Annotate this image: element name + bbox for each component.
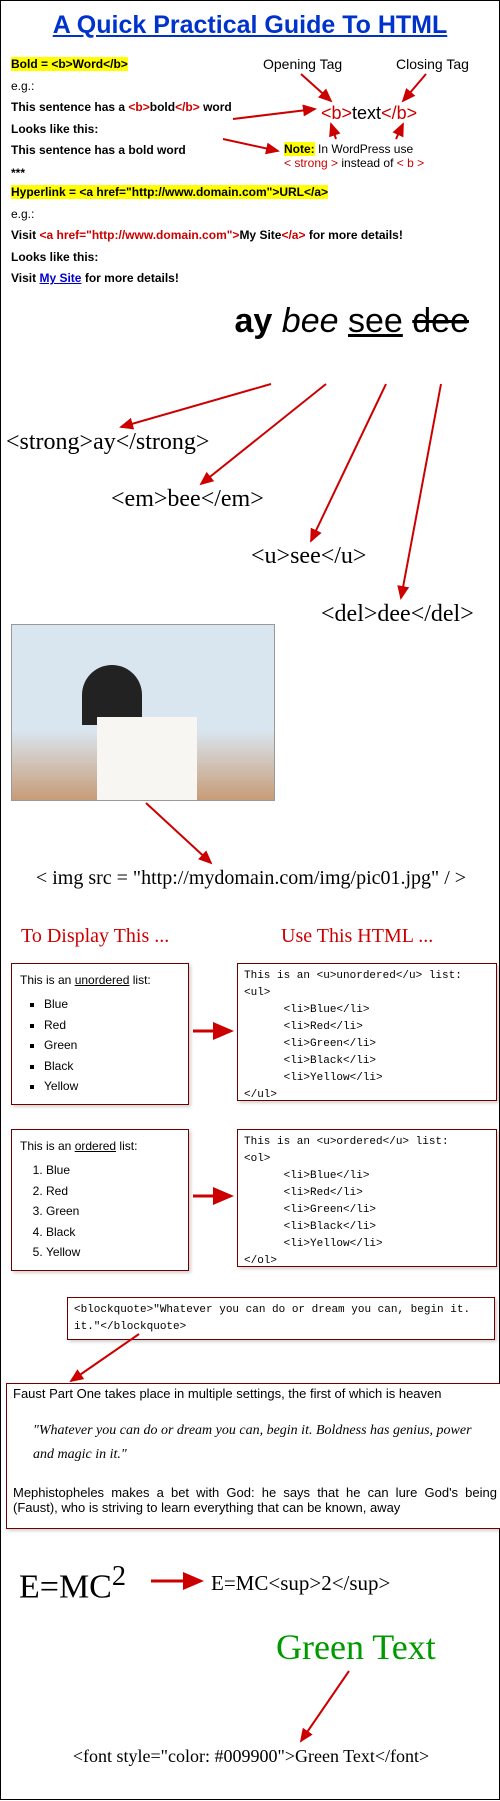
- sample-text: text: [352, 103, 381, 123]
- example-photo: [11, 624, 275, 801]
- faust-quote: "Whatever you can do or dream you can, b…: [13, 1401, 497, 1485]
- hyperlink-definition: Hyperlink = <a href="http://www.domain.c…: [11, 185, 328, 199]
- list-item: Blue: [44, 994, 180, 1014]
- bold-out-word: bold: [128, 143, 153, 157]
- list-item: Green: [46, 1201, 180, 1221]
- looks-like-label: Looks like this:: [11, 122, 98, 136]
- bold-src-end: word: [200, 100, 232, 114]
- hyper-open-tag: <a href="http://www.domain.com">: [39, 228, 239, 242]
- list-item: Red: [44, 1015, 180, 1035]
- unordered-list-code: This is an <u>unordered</u> list: <ul> <…: [237, 963, 497, 1101]
- bold-definition: Bold = <b>Word</b>: [11, 57, 128, 71]
- img-tag-code: < img src = "http://mydomain.com/img/pic…: [1, 867, 500, 890]
- ordered-list-code: This is an <u>ordered</u> list: <ol> <li…: [237, 1129, 497, 1267]
- ul-title-b: unordered: [75, 973, 130, 987]
- closing-tag-label: Closing Tag: [396, 56, 469, 72]
- faust-after: Mephistopheles makes a bet with God: he …: [13, 1485, 497, 1515]
- note-label: Note:: [284, 142, 315, 156]
- hyper-link[interactable]: My Site: [39, 271, 81, 285]
- list-item: Yellow: [44, 1076, 180, 1096]
- note-box: Note: In WordPress use < strong > instea…: [284, 142, 494, 170]
- ol-title-a: This is an: [20, 1139, 75, 1153]
- display-column-header: To Display This ...: [21, 925, 169, 948]
- note-strong: < strong >: [284, 156, 338, 170]
- demo-see: see: [348, 302, 403, 340]
- blockquote-display: Faust Part One takes place in multiple s…: [6, 1383, 500, 1529]
- del-tag-demo: <del>dee</del>: [321, 601, 474, 628]
- list-item: Yellow: [46, 1242, 180, 1262]
- ul-title-c: list:: [129, 973, 150, 987]
- list-item: Black: [46, 1222, 180, 1242]
- html-column-header: Use This HTML ...: [281, 925, 433, 948]
- hyper-close-tag: </a>: [281, 228, 305, 242]
- bold-open-tag: <b>: [128, 100, 149, 114]
- hyper-src-e: for more details!: [305, 228, 402, 242]
- tag-sample: <b>text</b>: [321, 103, 417, 124]
- sample-close: </b>: [381, 103, 417, 123]
- list-item: Black: [44, 1056, 180, 1076]
- list-item: Green: [44, 1035, 180, 1055]
- hyper-src-text: My Site: [239, 228, 281, 242]
- ordered-list-display: This is an ordered list: Blue Red Green …: [11, 1129, 189, 1271]
- demo-dee: dee: [412, 302, 469, 340]
- unordered-list-display: This is an unordered list: Blue Red Gree…: [11, 963, 189, 1105]
- ul-title-a: This is an: [20, 973, 75, 987]
- style-demo-row: ay bee see dee: [1, 302, 499, 341]
- list-item: Blue: [46, 1160, 180, 1180]
- opening-tag-label: Opening Tag: [263, 56, 342, 72]
- hyper-out-a: Visit: [11, 271, 39, 285]
- bold-src-word: bold: [150, 100, 175, 114]
- green-text-code: <font style="color: #009900">Green Text<…: [1, 1746, 500, 1767]
- ol-title-c: list:: [116, 1139, 137, 1153]
- page-title: A Quick Practical Guide To HTML: [1, 1, 499, 54]
- green-text-display: Green Text: [276, 1626, 436, 1668]
- faust-before: Faust Part One takes place in multiple s…: [13, 1386, 497, 1401]
- bold-out-c: word: [154, 143, 186, 157]
- superscript-display: E=MC2: [19, 1561, 126, 1606]
- sample-open: <b>: [321, 103, 352, 123]
- eg-label: e.g.:: [11, 79, 34, 93]
- hyperlink-section: Hyperlink = <a href="http://www.domain.c…: [1, 182, 499, 290]
- looks-like-label-2: Looks like this:: [11, 250, 98, 264]
- note-b: instead of: [338, 156, 397, 170]
- blockquote-code: <blockquote>"Whatever you can do or drea…: [67, 1297, 495, 1340]
- bold-out-a: This sentence has a: [11, 143, 128, 157]
- demo-bee: bee: [282, 302, 339, 340]
- bold-src-text: This sentence has a: [11, 100, 128, 114]
- bold-close-tag: </b>: [175, 100, 200, 114]
- u-tag-demo: <u>see</u>: [251, 543, 366, 570]
- note-a: In WordPress use: [315, 142, 413, 156]
- hyper-src-a: Visit: [11, 228, 39, 242]
- eg-label-2: e.g.:: [11, 207, 34, 221]
- emc-sup: 2: [112, 1561, 126, 1592]
- hyper-out-c: for more details!: [81, 271, 178, 285]
- list-item: Red: [46, 1181, 180, 1201]
- ol-title-b: ordered: [75, 1139, 116, 1153]
- superscript-code: E=MC<sup>2</sup>: [211, 1571, 390, 1596]
- emc-base: E=MC: [19, 1568, 112, 1605]
- strong-tag-demo: <strong>ay</strong>: [6, 429, 209, 456]
- note-bold: < b >: [397, 156, 424, 170]
- demo-ay: ay: [235, 302, 273, 340]
- em-tag-demo: <em>bee</em>: [111, 486, 264, 513]
